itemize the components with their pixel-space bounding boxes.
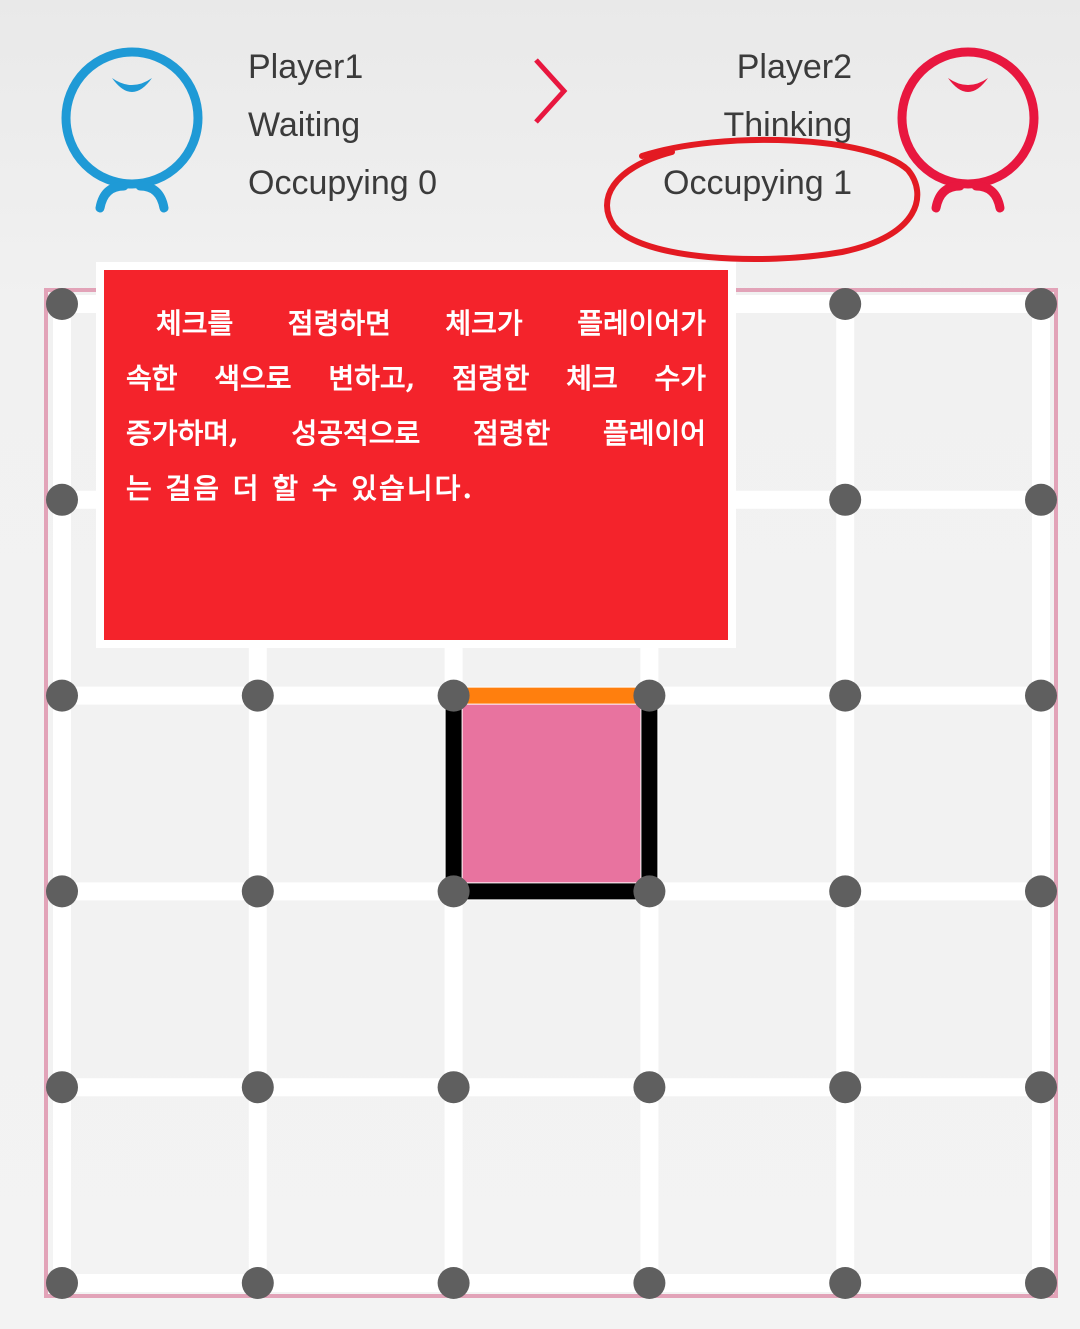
board-dot <box>437 1071 470 1104</box>
claimed-box <box>453 695 650 892</box>
tutorial-note: 체크를 점령하면 체크가 플레이어가 속한 색으로 변하고, 점령한 체크 수가… <box>96 262 736 648</box>
board-dot <box>829 679 862 712</box>
board-dot <box>633 679 666 712</box>
board-dot <box>241 679 274 712</box>
game-board <box>44 288 1058 1299</box>
board-dot <box>46 875 78 908</box>
board-dot <box>46 1267 78 1299</box>
board-dot <box>1025 288 1057 320</box>
board-dot <box>829 483 862 516</box>
board-dot <box>829 1071 862 1104</box>
board-dot <box>1025 875 1057 908</box>
board-dot <box>829 288 862 320</box>
board-dot <box>241 875 274 908</box>
board-dot <box>46 679 78 712</box>
board-dot <box>829 875 862 908</box>
board-dot <box>437 679 470 712</box>
board-dot <box>46 1071 78 1104</box>
board-dot <box>633 1267 666 1299</box>
board-dot <box>437 875 470 908</box>
board-dot <box>633 1071 666 1104</box>
board-dot <box>633 875 666 908</box>
board-dot <box>241 1267 274 1299</box>
board-dot <box>1025 483 1057 516</box>
board-dot <box>46 288 78 320</box>
board-dot <box>1025 1071 1057 1104</box>
board-dot <box>241 1071 274 1104</box>
board-dot <box>437 1267 470 1299</box>
board-dot <box>1025 1267 1057 1299</box>
board-dot <box>1025 679 1057 712</box>
board-dot <box>46 483 78 516</box>
board-dot <box>829 1267 862 1299</box>
